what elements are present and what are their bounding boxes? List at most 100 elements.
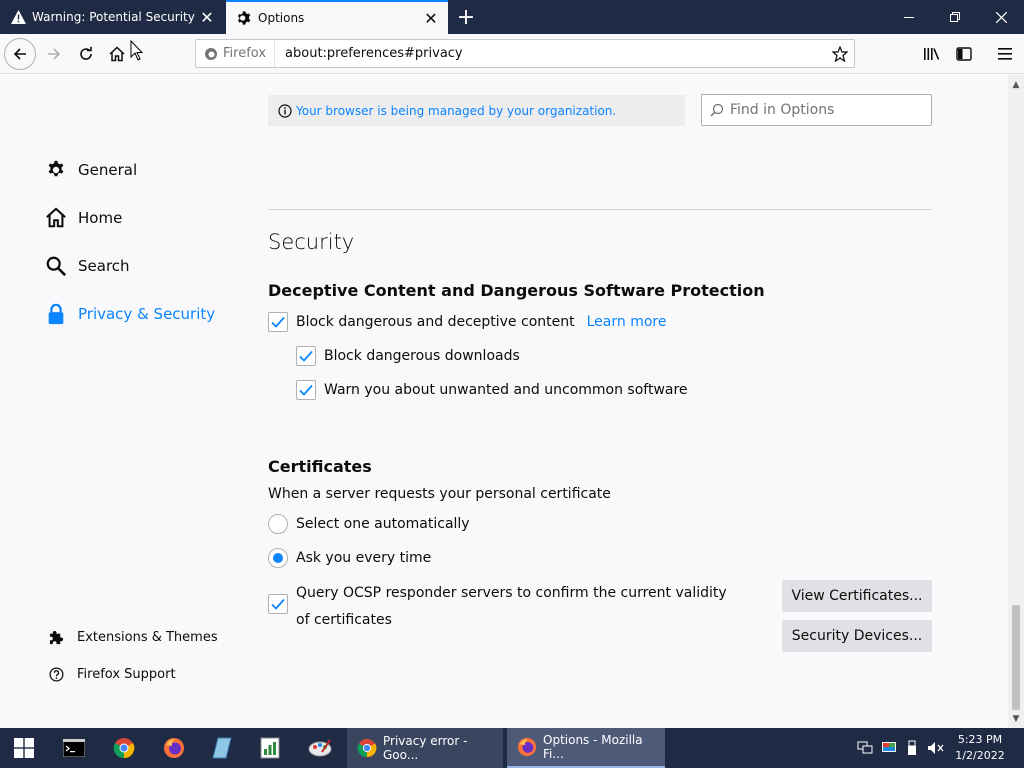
taskbar-firefox[interactable] <box>150 728 198 768</box>
page-scrollbar[interactable]: ▲ ▼ <box>1008 75 1024 728</box>
block-dangerous-content-row: Block dangerous and deceptive content Le… <box>268 312 666 332</box>
select-automatically-row: Select one automatically <box>268 514 470 534</box>
block-dangerous-content-label[interactable]: Block dangerous and deceptive content <box>296 314 575 330</box>
category-privacy-security[interactable]: Privacy & Security <box>44 302 215 326</box>
taskbar-window-label: Privacy error - Goo... <box>383 734 468 762</box>
paint-app-icon <box>308 739 332 757</box>
taskbar-window-firefox[interactable]: Options - Mozilla Fi... <box>507 728 665 768</box>
info-icon <box>278 103 293 118</box>
section-divider <box>268 209 932 210</box>
warn-unwanted-label[interactable]: Warn you about unwanted and uncommon sof… <box>324 382 688 398</box>
block-downloads-checkbox[interactable] <box>296 346 316 366</box>
select-automatically-label[interactable]: Select one automatically <box>296 516 470 532</box>
checkmark-icon <box>271 598 285 610</box>
display-icon[interactable] <box>880 728 898 768</box>
gear-icon <box>44 158 68 182</box>
back-arrow-icon <box>13 48 26 60</box>
find-in-options-input[interactable]: Find in Options <box>701 94 932 126</box>
close-tab-icon[interactable]: ✕ <box>420 7 442 29</box>
tab-options[interactable]: Options ✕ <box>226 0 448 34</box>
tab-label: Options <box>258 11 305 25</box>
close-window-button[interactable] <box>978 0 1024 34</box>
chrome-icon <box>113 738 135 759</box>
reload-button[interactable] <box>70 38 102 70</box>
identity-box[interactable]: Firefox <box>196 40 276 67</box>
extensions-themes-link[interactable]: Extensions & Themes <box>48 629 218 645</box>
terminal-icon <box>63 739 85 757</box>
close-tab-icon[interactable]: ✕ <box>196 6 218 28</box>
gear-icon <box>236 10 252 26</box>
forward-arrow-icon <box>48 48 61 60</box>
search-icon <box>710 103 724 117</box>
category-search[interactable]: Search <box>44 254 130 278</box>
category-general[interactable]: General <box>44 158 137 182</box>
ask-every-time-radio[interactable] <box>268 548 288 568</box>
security-section-title: Security <box>268 230 355 254</box>
firefox-icon <box>517 737 537 757</box>
tab-strip: Warning: Potential Security Risk Ahead ✕… <box>0 0 1024 34</box>
tab-security-warning[interactable]: Warning: Potential Security Risk Ahead ✕ <box>0 0 224 34</box>
taskbar-terminal[interactable] <box>50 728 98 768</box>
scroll-down-arrow-icon[interactable]: ▼ <box>1008 711 1024 727</box>
url-bar[interactable]: Firefox about:preferences#privacy <box>195 39 855 68</box>
reload-icon <box>80 46 92 60</box>
learn-more-link[interactable]: Learn more <box>587 314 667 330</box>
firefox-support-link[interactable]: Firefox Support <box>48 666 176 682</box>
windows-taskbar: Privacy error - Goo... Options - Mozilla… <box>0 728 1024 768</box>
minimize-button[interactable] <box>886 0 932 34</box>
security-devices-button[interactable]: Security Devices... <box>782 620 932 652</box>
checkmark-icon <box>299 350 313 362</box>
clock-date: 1/2/2022 <box>955 749 1005 762</box>
puzzle-icon <box>48 629 64 645</box>
ocsp-label[interactable]: Query OCSP responder servers to confirm … <box>296 580 728 634</box>
system-clock[interactable]: 5:23 PM 1/2/2022 <box>952 732 1008 764</box>
block-dangerous-content-checkbox[interactable] <box>268 312 288 332</box>
url-text[interactable]: about:preferences#privacy <box>275 46 826 61</box>
warn-unwanted-checkbox[interactable] <box>296 380 316 400</box>
footer-label: Firefox Support <box>77 666 176 682</box>
bookmark-star-icon[interactable] <box>826 45 854 62</box>
start-button[interactable] <box>0 728 48 768</box>
taskbar-window-chrome[interactable]: Privacy error - Goo... <box>347 728 503 768</box>
scroll-up-arrow-icon[interactable]: ▲ <box>1008 77 1024 93</box>
category-home[interactable]: Home <box>44 206 122 230</box>
home-button[interactable] <box>101 38 133 70</box>
restore-button[interactable] <box>932 0 978 34</box>
network-icon[interactable] <box>856 728 874 768</box>
taskbar-window-label: Options - Mozilla Fi... <box>543 733 643 761</box>
deceptive-content-heading: Deceptive Content and Dangerous Software… <box>268 281 765 300</box>
ocsp-checkbox[interactable] <box>268 594 288 614</box>
chrome-icon <box>357 738 377 758</box>
taskbar-app-paint[interactable] <box>296 728 344 768</box>
policy-notice[interactable]: Your browser is being managed by your or… <box>268 95 685 126</box>
firefox-icon <box>205 47 217 60</box>
navigation-toolbar: Firefox about:preferences#privacy <box>0 34 1024 74</box>
new-tab-button[interactable]: + <box>452 0 480 34</box>
help-icon <box>48 666 64 682</box>
menu-button[interactable] <box>989 38 1021 70</box>
taskbar-chrome[interactable] <box>100 728 148 768</box>
select-automatically-radio[interactable] <box>268 514 288 534</box>
category-label: Home <box>78 209 123 227</box>
taskbar-app-chart[interactable] <box>246 728 294 768</box>
ask-every-time-label[interactable]: Ask you every time <box>296 550 431 566</box>
footer-label: Extensions & Themes <box>77 629 218 645</box>
checkmark-icon <box>271 316 285 328</box>
home-icon <box>109 46 125 62</box>
view-certificates-button[interactable]: View Certificates... <box>782 580 932 612</box>
block-downloads-label[interactable]: Block dangerous downloads <box>324 348 520 364</box>
scrollbar-thumb[interactable] <box>1012 605 1020 710</box>
library-button[interactable] <box>916 38 948 70</box>
forward-button[interactable] <box>38 38 70 70</box>
find-placeholder: Find in Options <box>730 102 835 118</box>
chart-app-icon <box>260 737 280 759</box>
category-label: Search <box>78 257 130 275</box>
preferences-page: General Home Search Privacy & Security E… <box>0 75 1008 728</box>
block-downloads-row: Block dangerous downloads <box>296 346 520 366</box>
speaker-muted-icon[interactable] <box>926 728 946 768</box>
usb-icon[interactable] <box>904 728 920 768</box>
warning-icon <box>10 9 26 25</box>
back-button[interactable] <box>4 38 36 70</box>
sidebar-toggle-button[interactable] <box>948 38 980 70</box>
taskbar-app-blue[interactable] <box>198 728 246 768</box>
